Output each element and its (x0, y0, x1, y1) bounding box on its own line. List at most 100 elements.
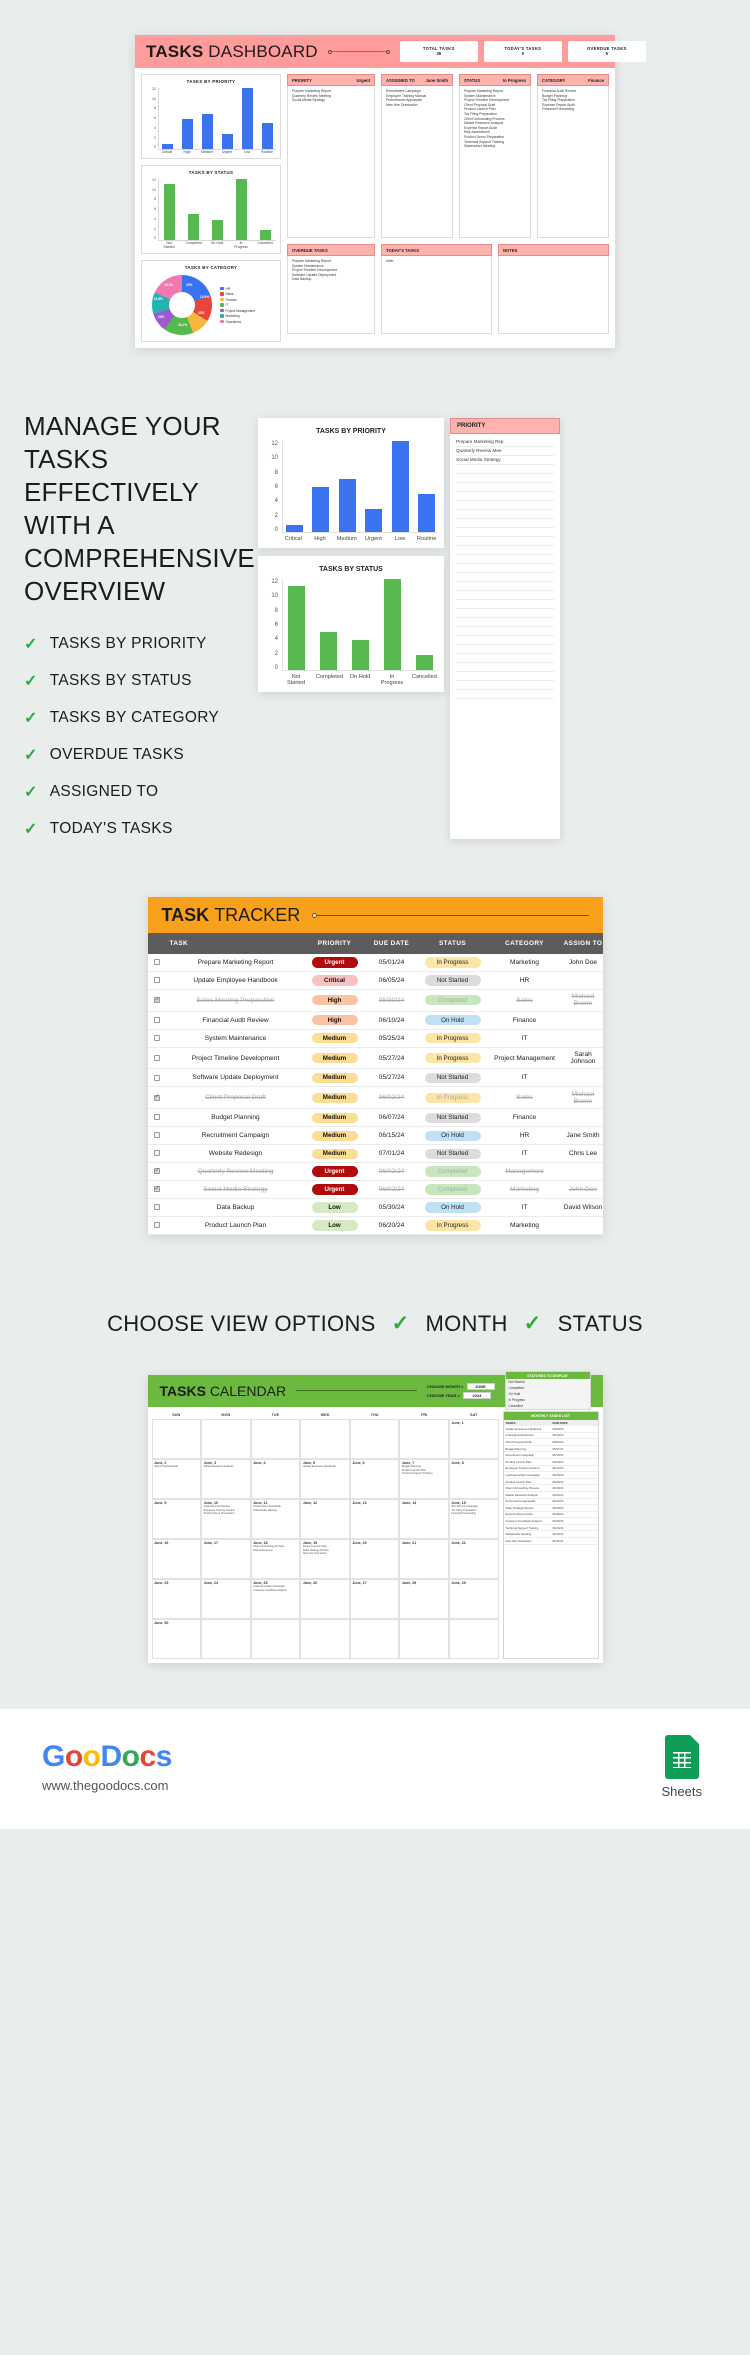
calendar-day-cell[interactable]: June, 7 Budget Planning Product Launch Pla… (399, 1458, 449, 1499)
checkbox-icon[interactable] (153, 996, 160, 1004)
assigned-to-header[interactable]: ASSIGNED TO Jane Smith (381, 74, 453, 86)
calendar-day-cell[interactable]: June, 20 (349, 1538, 400, 1579)
row-checkbox-cell[interactable] (147, 1180, 166, 1200)
status-header[interactable]: STATUS In Progress (459, 74, 531, 86)
table-row[interactable]: Product Launch Plan Low 06/20/24 In Progres… (147, 1216, 603, 1235)
table-row[interactable]: Data Backup Low 05/30/24 On Hold IT David Wil… (147, 1198, 603, 1217)
table-row[interactable]: Quarterly Review Meeting Urgent 06/02/24 Co… (147, 1162, 603, 1182)
calendar-day-cell[interactable]: June, 8 (448, 1458, 499, 1499)
calendar-day-cell[interactable]: June, 1 (448, 1418, 499, 1459)
calendar-day-cell[interactable] (399, 1618, 449, 1659)
table-row[interactable]: Social Media Strategy Urgent 06/02/24 Compl… (147, 1180, 603, 1200)
calendar-day-cell[interactable]: June, 5 Update Employee Handbook (300, 1458, 350, 1499)
row-checkbox-cell[interactable] (147, 989, 166, 1012)
calendar-day-cell[interactable]: June, 29 (448, 1578, 499, 1619)
calendar-day-cell[interactable] (349, 1418, 400, 1459)
calendar-day-cell[interactable]: June, 18 Client Onboarding Process Risk As… (250, 1538, 301, 1579)
table-row[interactable]: Software Update Deployment Medium 05/27/24… (147, 1068, 603, 1088)
calendar-day-cell[interactable]: June, 10 Financial Audit Review Employee T… (201, 1498, 251, 1539)
table-row[interactable]: Client Proposal Draft Medium 06/02/24 In Pr… (147, 1086, 603, 1110)
calendar-day-cell[interactable]: June, 30 (151, 1618, 202, 1659)
row-checkbox-cell[interactable] (147, 1144, 166, 1164)
checkbox-icon[interactable] (153, 1054, 160, 1061)
row-checkbox-cell[interactable] (147, 1068, 166, 1088)
checkbox-icon[interactable] (153, 1204, 160, 1211)
priority-filter-header[interactable]: PRIORITY Urgent (287, 74, 375, 86)
table-row[interactable]: Budget Planning Medium 06/07/24 Not Started… (147, 1108, 603, 1128)
calendar-day-cell[interactable] (151, 1418, 202, 1459)
row-checkbox-cell[interactable] (147, 1047, 166, 1070)
calendar-day-cell[interactable]: June, 27 (349, 1578, 400, 1619)
status-option[interactable]: Cancelled (506, 1403, 590, 1409)
row-checkbox-cell[interactable] (147, 1216, 166, 1235)
row-checkbox-cell[interactable] (147, 1198, 166, 1217)
col-priority[interactable]: PRIORITY (305, 933, 364, 954)
calendar-day-cell[interactable] (250, 1418, 301, 1459)
row-checkbox-cell[interactable] (147, 971, 166, 990)
calendar-day-cell[interactable]: June, 9 (151, 1498, 202, 1539)
category-header[interactable]: CATEGORY Finance (537, 74, 609, 86)
checkbox-icon[interactable] (153, 1114, 160, 1121)
website-url[interactable]: www.thegoodocs.com (42, 1778, 172, 1793)
calendar-day-cell[interactable] (201, 1418, 251, 1459)
row-checkbox-cell[interactable] (147, 1108, 166, 1128)
checkbox-icon[interactable] (153, 1185, 160, 1193)
col-status[interactable]: STATUS (419, 933, 486, 954)
calendar-day-cell[interactable]: June, 26 (300, 1578, 350, 1619)
calendar-day-cell[interactable]: June, 13 (349, 1498, 400, 1539)
calendar-day-cell[interactable]: June, 11 Performance Appraisals Stakeholde… (250, 1498, 301, 1539)
col-due-date[interactable]: DUE DATE (363, 933, 420, 954)
table-row[interactable]: Sales Meeting Preparation High 05/30/24 Com… (147, 989, 603, 1012)
calendar-day-cell[interactable]: June, 17 (201, 1538, 251, 1579)
table-row[interactable]: Update Employee Handbook Critical 06/05/24… (147, 971, 603, 990)
calendar-day-cell[interactable]: June, 15 Recruitment Campaign Tax Filing P… (448, 1498, 499, 1539)
row-checkbox-cell[interactable] (147, 954, 166, 972)
calendar-day-cell[interactable] (201, 1618, 251, 1659)
table-row[interactable]: Prepare Marketing Report Urgent 05/01/24 In… (147, 954, 603, 972)
checkbox-icon[interactable] (153, 1034, 160, 1041)
row-checkbox-cell[interactable] (147, 1011, 166, 1030)
table-row[interactable]: System Maintenance Medium 05/25/24 In Progr… (147, 1029, 603, 1048)
checkbox-icon[interactable] (153, 1016, 160, 1023)
col-assign-to[interactable]: ASSIGN TO (563, 933, 603, 954)
table-row[interactable]: Financial Audit Review High 06/10/24 On Hol… (147, 1011, 603, 1030)
row-checkbox-cell[interactable] (147, 1086, 166, 1110)
col-category[interactable]: CATEGORY (485, 933, 564, 954)
calendar-day-cell[interactable] (250, 1618, 301, 1659)
calendar-day-cell[interactable]: June, 6 (349, 1458, 400, 1499)
calendar-day-cell[interactable]: June, 3 Market Research Analysis (201, 1458, 251, 1499)
calendar-day-cell[interactable] (399, 1418, 449, 1459)
checkbox-icon[interactable] (153, 959, 160, 966)
checkbox-icon[interactable] (153, 1132, 160, 1139)
row-checkbox-cell[interactable] (147, 1126, 166, 1146)
checkbox-icon[interactable] (153, 1074, 160, 1081)
checkbox-icon[interactable] (153, 1093, 160, 1101)
table-row[interactable]: Website Redesign Medium 07/01/24 Not Starte… (147, 1144, 603, 1164)
month-select[interactable]: JUNE (466, 1382, 495, 1390)
row-checkbox-cell[interactable] (147, 1029, 166, 1048)
year-select[interactable]: 2024 (462, 1391, 491, 1399)
calendar-day-cell[interactable]: June, 24 (201, 1578, 251, 1619)
calendar-day-cell[interactable]: June, 14 (399, 1498, 449, 1539)
table-row[interactable]: Project Timeline Development Medium 05/27/… (147, 1047, 603, 1070)
table-row[interactable]: Recruitment Campaign Medium 06/15/24 On Hol… (147, 1126, 603, 1146)
calendar-day-cell[interactable]: June, 25 Lead Generation Campaign Customer… (250, 1578, 301, 1619)
calendar-day-cell[interactable]: June, 28 (399, 1578, 449, 1619)
calendar-day-cell[interactable]: June, 21 (399, 1538, 449, 1579)
calendar-day-cell[interactable] (448, 1618, 499, 1659)
col-task[interactable]: TASK (165, 933, 306, 954)
calendar-day-cell[interactable]: June, 22 (448, 1538, 499, 1579)
calendar-day-cell[interactable]: June, 4 (250, 1458, 301, 1499)
checkbox-icon[interactable] (153, 1222, 160, 1229)
calendar-day-cell[interactable]: June, 23 (151, 1578, 202, 1619)
calendar-day-cell[interactable] (300, 1618, 350, 1659)
notes-area[interactable] (498, 256, 609, 334)
calendar-day-cell[interactable]: June, 12 (300, 1498, 350, 1539)
checkbox-icon[interactable] (153, 1150, 160, 1157)
row-checkbox-cell[interactable] (147, 1162, 166, 1182)
calendar-day-cell[interactable]: June, 2 Client Proposal Draft (151, 1458, 202, 1499)
calendar-day-cell[interactable] (300, 1418, 350, 1459)
checkbox-icon[interactable] (153, 977, 160, 984)
calendar-day-cell[interactable]: June, 19 Product Launch Plan Sales Strateg… (300, 1538, 350, 1579)
calendar-day-cell[interactable]: June, 16 (151, 1538, 202, 1579)
